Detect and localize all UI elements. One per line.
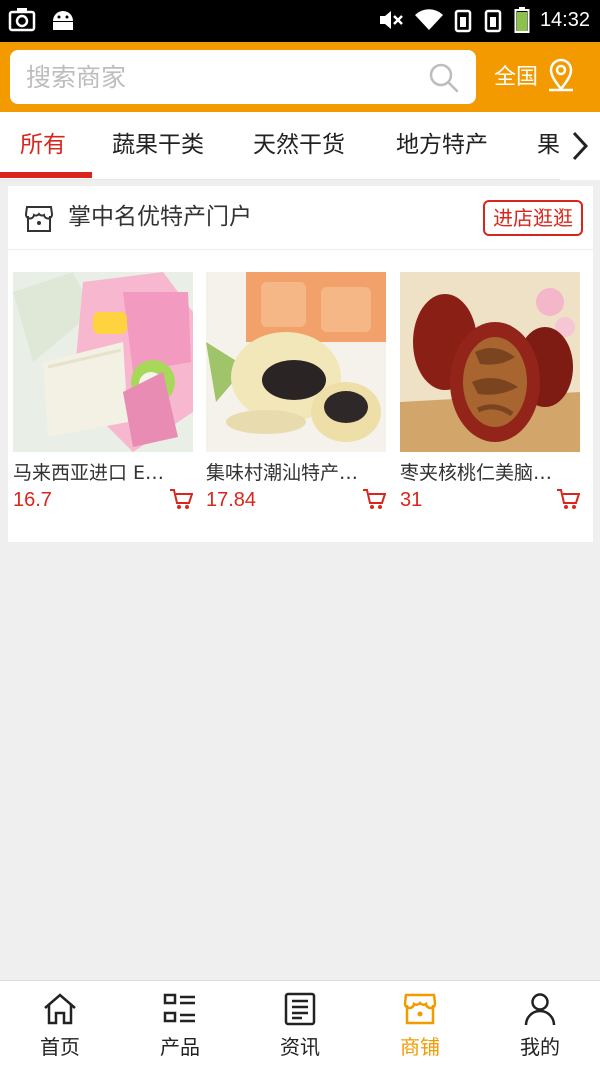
nav-products-label: 产品 xyxy=(160,1035,200,1059)
tabs-scroll-right[interactable] xyxy=(560,112,600,180)
store-icon xyxy=(25,206,53,232)
product-image-coconut-candy[interactable] xyxy=(13,272,193,452)
wifi-icon xyxy=(414,9,443,31)
category-tabs: 所有 蔬果干类 天然干货 地方特产 果 xyxy=(0,112,600,180)
status-time: 14:32 xyxy=(539,8,590,31)
tab-all[interactable]: 所有 xyxy=(20,112,66,179)
location-pin-icon xyxy=(549,58,574,92)
grid-list-icon xyxy=(163,993,195,1023)
product-image-pastry[interactable] xyxy=(206,272,386,452)
home-icon xyxy=(44,993,76,1025)
region-selector[interactable]: 全国 xyxy=(494,58,576,92)
store-header[interactable]: 掌中名优特产门户 进店逛逛 xyxy=(8,186,593,250)
cart-icon[interactable] xyxy=(169,488,193,510)
screenshot-icon xyxy=(8,8,36,32)
store-name: 掌中名优特产门户 xyxy=(68,204,252,230)
product-card[interactable]: 马来西亚进口 EG… 16.7 xyxy=(13,272,193,512)
product-name[interactable]: 马来西亚进口 EG… xyxy=(13,458,173,485)
product-card[interactable]: 枣夹核桃仁美脑… 31 xyxy=(400,272,580,512)
cart-icon[interactable] xyxy=(362,488,386,510)
active-tab-indicator xyxy=(0,172,92,178)
store-card: 掌中名优特产门户 进店逛逛 马来西亚进口 EG… 16.7 集味村潮汕特产… 1… xyxy=(8,186,593,542)
product-name[interactable]: 集味村潮汕特产… xyxy=(206,458,366,485)
mute-icon xyxy=(379,11,403,29)
visit-store-button[interactable]: 进店逛逛 xyxy=(483,200,583,236)
nav-me-label: 我的 xyxy=(520,1035,560,1059)
tab-fruit[interactable]: 果 xyxy=(537,112,560,179)
search-input[interactable] xyxy=(26,50,416,104)
product-card[interactable]: 集味村潮汕特产… 17.84 xyxy=(206,272,386,512)
sim2-icon xyxy=(484,9,502,33)
search-icon[interactable] xyxy=(428,62,460,94)
sim1-icon xyxy=(454,9,472,33)
region-label: 全国 xyxy=(494,65,539,90)
product-image-dates-walnut[interactable] xyxy=(400,272,580,452)
news-icon xyxy=(284,992,316,1026)
product-price: 31 xyxy=(400,489,423,511)
android-icon xyxy=(53,11,73,30)
tab-dried-fruit-veg[interactable]: 蔬果干类 xyxy=(112,112,204,179)
nav-home[interactable]: 首页 xyxy=(0,981,120,1067)
nav-shop-label: 商铺 xyxy=(400,1035,440,1059)
nav-products[interactable]: 产品 xyxy=(120,981,240,1067)
search-box[interactable] xyxy=(10,50,476,104)
nav-home-label: 首页 xyxy=(40,1035,80,1059)
top-header: 全国 xyxy=(0,42,600,112)
nav-shop[interactable]: 商铺 xyxy=(360,981,480,1067)
cart-icon[interactable] xyxy=(556,488,580,510)
battery-icon xyxy=(514,7,530,33)
tab-natural-dry-goods[interactable]: 天然干货 xyxy=(253,112,345,179)
nav-me[interactable]: 我的 xyxy=(480,981,600,1067)
bottom-nav: 首页 产品 资讯 商铺 我的 xyxy=(0,980,600,1067)
nav-news-label: 资讯 xyxy=(280,1035,320,1059)
chevron-right-icon xyxy=(572,131,589,161)
product-price: 17.84 xyxy=(206,489,257,511)
product-name[interactable]: 枣夹核桃仁美脑… xyxy=(400,458,560,485)
user-icon xyxy=(524,993,556,1026)
status-bar: 14:32 xyxy=(0,0,600,42)
product-price: 16.7 xyxy=(13,489,52,511)
nav-news[interactable]: 资讯 xyxy=(240,981,360,1067)
shop-icon xyxy=(403,993,437,1025)
tab-local-specialty[interactable]: 地方特产 xyxy=(396,112,488,179)
